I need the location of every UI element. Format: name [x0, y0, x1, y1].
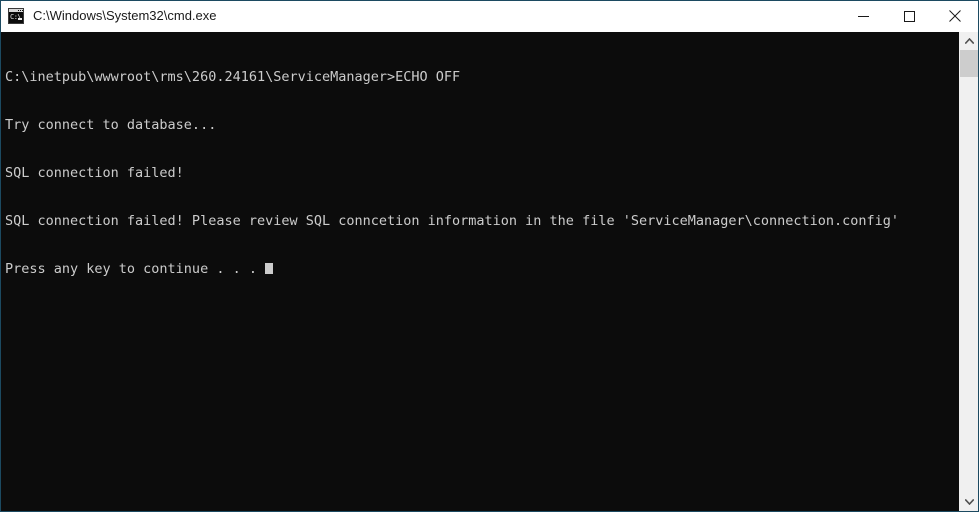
close-icon	[949, 10, 961, 22]
titlebar-left: C:\ C:\Windows\System32\cmd.exe	[1, 8, 840, 24]
window-controls	[840, 1, 978, 31]
cmd-window: C:\ C:\Windows\System32\cmd.exe C:\inetp…	[0, 0, 979, 512]
console-line-text: Press any key to continue . . .	[5, 261, 257, 277]
icon-titlebar-strip	[9, 9, 23, 12]
close-button[interactable]	[932, 1, 978, 31]
minimize-icon	[857, 15, 869, 17]
window-title: C:\Windows\System32\cmd.exe	[33, 8, 217, 23]
maximize-button[interactable]	[886, 1, 932, 31]
console-line: C:\inetpub\wwwroot\rms\260.24161\Service…	[5, 69, 461, 85]
minimize-button[interactable]	[840, 1, 886, 31]
console-line-with-cursor: Press any key to continue . . .	[5, 261, 959, 277]
cmd-console-icon: C:\	[8, 8, 24, 24]
chevron-up-icon	[964, 38, 974, 44]
vertical-scrollbar[interactable]	[959, 32, 978, 511]
scroll-down-arrow[interactable]	[960, 493, 978, 511]
titlebar[interactable]: C:\ C:\Windows\System32\cmd.exe	[1, 1, 978, 32]
icon-cursor-caret	[18, 18, 22, 20]
chevron-down-icon	[964, 499, 974, 505]
console-line: SQL connection failed! Please review SQL…	[5, 213, 900, 229]
console-body: C:\inetpub\wwwroot\rms\260.24161\Service…	[1, 32, 978, 511]
console-line: Try connect to database...	[5, 117, 217, 133]
scroll-up-arrow[interactable]	[960, 32, 978, 50]
console-output-area[interactable]: C:\inetpub\wwwroot\rms\260.24161\Service…	[1, 32, 959, 511]
console-cursor	[264, 263, 273, 274]
scrollbar-thumb[interactable]	[960, 50, 978, 77]
console-text: C:\inetpub\wwwroot\rms\260.24161\Service…	[5, 37, 959, 309]
scrollbar-track[interactable]	[960, 50, 978, 493]
console-line: SQL connection failed!	[5, 165, 184, 181]
maximize-icon	[903, 10, 915, 22]
